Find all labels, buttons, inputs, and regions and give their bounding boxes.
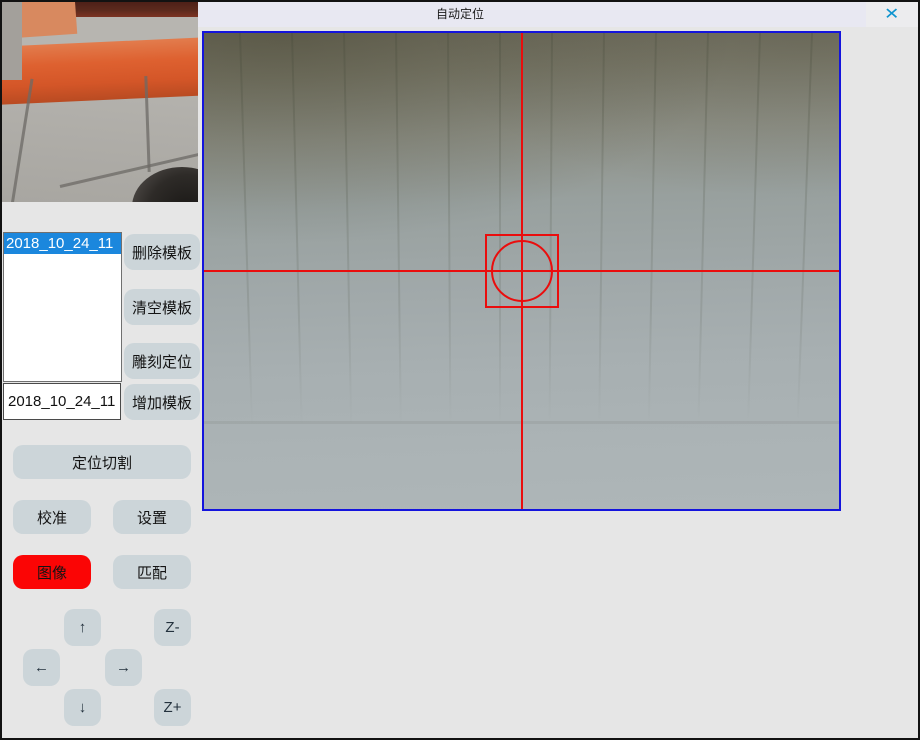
- z-minus-button[interactable]: Z-: [154, 609, 191, 646]
- jog-up-button[interactable]: ↑: [64, 609, 101, 646]
- jog-right-button[interactable]: →: [105, 649, 142, 686]
- add-template-button[interactable]: 增加模板: [124, 384, 200, 420]
- thumbnail-detail: [2, 37, 198, 105]
- engrave-position-button[interactable]: 雕刻定位: [124, 343, 200, 379]
- jog-down-button[interactable]: ↓: [64, 689, 101, 726]
- settings-button[interactable]: 设置: [113, 500, 191, 534]
- match-button[interactable]: 匹配: [113, 555, 191, 589]
- jog-left-button[interactable]: ←: [23, 649, 60, 686]
- list-item[interactable]: 2018_10_24_11: [4, 233, 121, 254]
- template-thumbnail: [2, 2, 198, 202]
- camera-view[interactable]: [202, 31, 841, 511]
- calibrate-button[interactable]: 校准: [13, 500, 91, 534]
- template-name-value: 2018_10_24_11: [8, 393, 115, 410]
- delete-template-button[interactable]: 删除模板: [124, 234, 200, 270]
- thumbnail-detail: [2, 2, 22, 80]
- auto-position-dialog: 自动定位 ✕ 2018_10_24_11 2018_10_24_11 删除模板 …: [0, 0, 920, 740]
- position-cut-button[interactable]: 定位切割: [13, 445, 191, 479]
- image-button[interactable]: 图像: [13, 555, 91, 589]
- target-circle-overlay: [491, 240, 553, 302]
- close-icon[interactable]: ✕: [884, 7, 899, 23]
- thumbnail-detail: [132, 167, 198, 202]
- template-name-input[interactable]: 2018_10_24_11: [3, 383, 121, 420]
- z-plus-button[interactable]: Z+: [154, 689, 191, 726]
- template-list[interactable]: 2018_10_24_11: [3, 232, 122, 382]
- close-button[interactable]: ✕: [866, 2, 918, 27]
- clear-template-button[interactable]: 清空模板: [124, 289, 200, 325]
